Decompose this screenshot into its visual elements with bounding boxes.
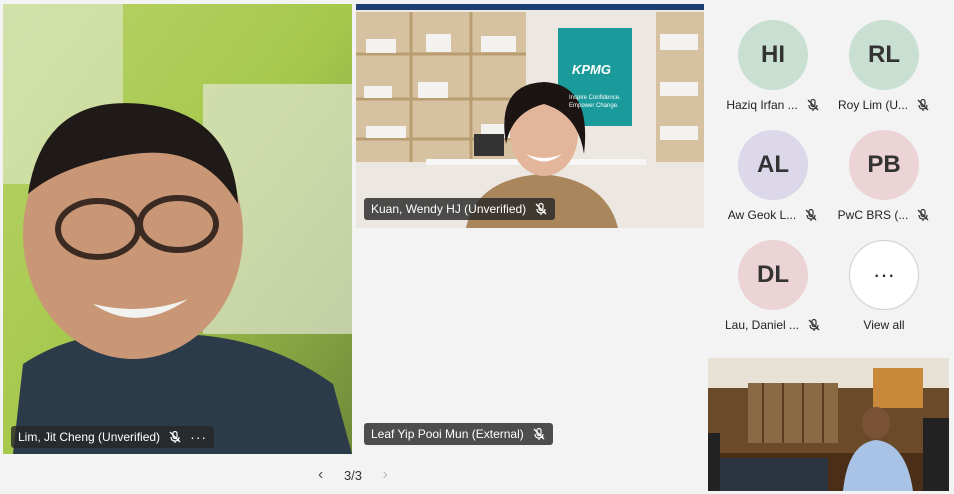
mic-muted-icon [805,208,817,221]
roster-item-haziq[interactable]: HI Haziq Irfan ... [718,20,828,124]
roster-name: PwC BRS (... [837,208,909,222]
video-feed [356,4,704,228]
roster-label: Roy Lim (U... [829,98,939,112]
roster-label: Lau, Daniel ... [718,318,828,332]
participant-nameplate: Leaf Yip Pooi Mun (External) [364,423,553,445]
mic-muted-icon [535,202,547,215]
page-indicator: 3/3 [343,467,363,483]
avatar: DL [738,240,808,310]
mic-muted-icon [917,208,929,221]
participant-name: Leaf Yip Pooi Mun (External) [371,427,524,441]
view-all-button[interactable]: ··· [849,240,919,310]
mic-muted-icon [533,427,545,440]
view-all-label: View all [863,318,905,332]
avatar: RL [849,20,919,90]
video-feed [3,4,352,454]
roster-name: Lau, Daniel ... [724,318,800,332]
roster-label: Aw Geok L... [718,208,828,222]
video-tile-kuan-wendy[interactable]: KPMG Inspire Confidence. Empower Change.… [356,4,704,228]
video-feed [708,358,949,491]
avatar: HI [738,20,808,90]
roster-item-lau-daniel[interactable]: DL Lau, Daniel ... [718,240,828,344]
chevron-left-icon[interactable]: ‹ [318,466,323,484]
view-all-control[interactable]: ··· View all [829,240,939,344]
participant-nameplate: Kuan, Wendy HJ (Unverified) [364,198,556,220]
participant-name: Kuan, Wendy HJ (Unverified) [371,202,527,216]
participant-nameplate: Lim, Jit Cheng (Unverified) ··· [11,426,215,448]
gallery-pager: ‹ 3/3 › [318,464,388,486]
mic-muted-icon [807,98,819,111]
roster-item-roy[interactable]: RL Roy Lim (U... [829,20,939,124]
participant-name: Lim, Jit Cheng (Unverified) [18,430,161,444]
slogan-line-2: Empower Change. [569,103,619,109]
slogan-line-1: Inspire Confidence. [569,95,621,101]
kpmg-logo: KPMG [572,62,611,77]
roster-item-pwc-brs[interactable]: PB PwC BRS (... [829,130,939,234]
mic-muted-icon [169,430,181,443]
mic-muted-icon [917,98,929,111]
avatar: AL [738,130,808,200]
roster-name: Roy Lim (U... [837,98,908,112]
video-tile-room[interactable] [708,358,949,491]
avatar: PB [849,130,919,200]
more-options-icon[interactable]: ··· [190,430,207,444]
chevron-right-icon[interactable]: › [383,466,388,484]
kpmg-slogan: Inspire Confidence. Empower Change. [569,94,621,110]
roster-name: Aw Geok L... [727,208,797,222]
roster-item-aw-geok[interactable]: AL Aw Geok L... [718,130,828,234]
roster-label: Haziq Irfan ... [718,98,828,112]
mic-muted-icon [808,318,820,331]
roster-name: Haziq Irfan ... [726,98,798,112]
video-tile-leaf-yip[interactable]: Leaf Yip Pooi Mun (External) [356,232,704,454]
roster-label: PwC BRS (... [829,208,939,222]
video-tile-lim-jit-cheng[interactable]: Lim, Jit Cheng (Unverified) ··· [3,4,352,454]
